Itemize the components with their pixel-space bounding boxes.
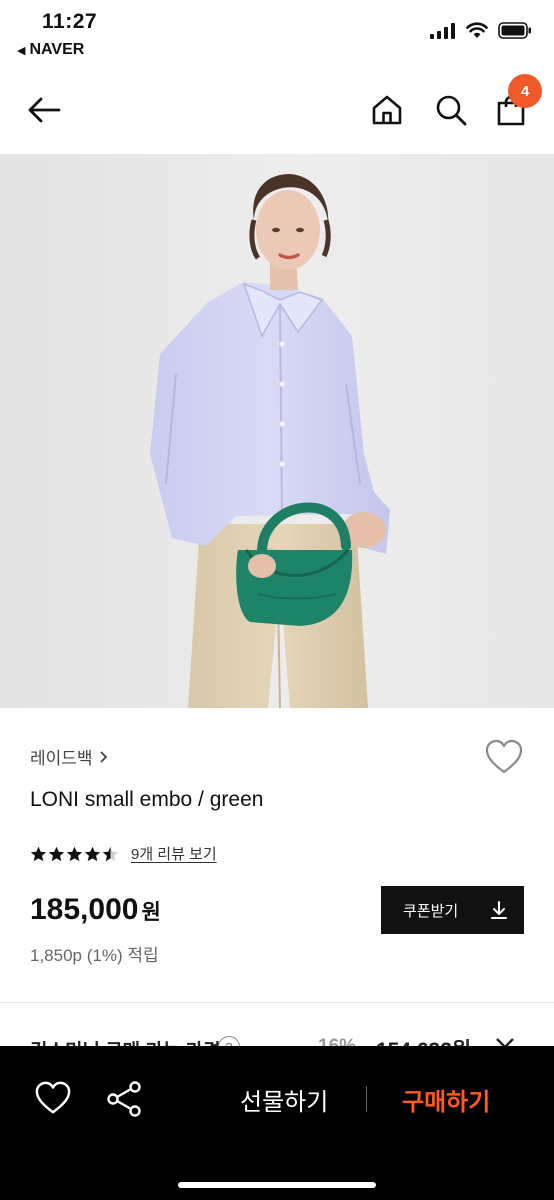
status-bar: 11:27 ◀ NAVER <box>0 0 554 70</box>
buy-button[interactable]: 구매하기 <box>402 1082 490 1117</box>
status-icons <box>430 22 532 39</box>
search-button[interactable] <box>428 88 474 132</box>
cart-count-badge: 4 <box>508 74 542 108</box>
product-image[interactable] <box>0 154 554 708</box>
product-title: LONI small embo / green <box>30 788 264 811</box>
download-icon <box>491 901 507 919</box>
bottom-action-bar: 선물하기 구매하기 <box>0 1046 554 1200</box>
rating-stars <box>30 846 119 862</box>
share-button[interactable] <box>104 1080 144 1118</box>
brand-link[interactable]: 레이드백 <box>30 744 108 769</box>
gift-button[interactable]: 선물하기 <box>240 1082 328 1117</box>
share-icon <box>107 1081 141 1117</box>
star-icon <box>48 846 65 861</box>
battery-icon <box>498 22 531 39</box>
home-icon <box>372 95 402 125</box>
wishlist-button[interactable] <box>484 738 524 776</box>
back-arrow-icon <box>28 97 61 123</box>
brand-name: 레이드백 <box>30 749 93 768</box>
product-photo <box>150 174 390 708</box>
review-link[interactable]: 9개 리뷰 보기 <box>131 843 217 864</box>
back-app-label: NAVER <box>29 41 85 58</box>
home-button[interactable] <box>364 88 410 132</box>
status-time: 11:27 <box>42 10 98 33</box>
chevron-right-icon <box>99 750 107 763</box>
button-separator <box>366 1086 367 1112</box>
back-to-app-link[interactable]: ◀ NAVER <box>17 41 84 59</box>
search-icon <box>436 95 467 126</box>
rating-row: 9개 리뷰 보기 <box>30 843 217 864</box>
price-unit: 원 <box>141 901 161 924</box>
section-divider <box>0 1002 554 1003</box>
coupon-download-button[interactable]: 쿠폰받기 <box>381 886 524 934</box>
cellular-signal-icon <box>430 22 455 39</box>
star-half-icon <box>102 846 119 861</box>
star-icon <box>66 846 83 861</box>
coupon-label: 쿠폰받기 <box>403 902 459 920</box>
bottom-wishlist-button[interactable] <box>34 1080 72 1116</box>
back-button[interactable] <box>20 88 68 132</box>
star-icon <box>84 846 101 861</box>
home-indicator[interactable] <box>178 1182 376 1188</box>
wifi-icon <box>466 22 488 38</box>
app-header <box>0 70 554 154</box>
price-value: 185,000 <box>30 893 139 926</box>
heart-outline-icon <box>485 739 523 774</box>
back-triangle-icon: ◀ <box>17 44 26 57</box>
points-info: 1,850p (1%) 적립 <box>30 946 159 965</box>
heart-icon <box>35 1081 71 1114</box>
product-price: 185,000 원 <box>30 893 161 927</box>
star-icon <box>30 846 47 861</box>
